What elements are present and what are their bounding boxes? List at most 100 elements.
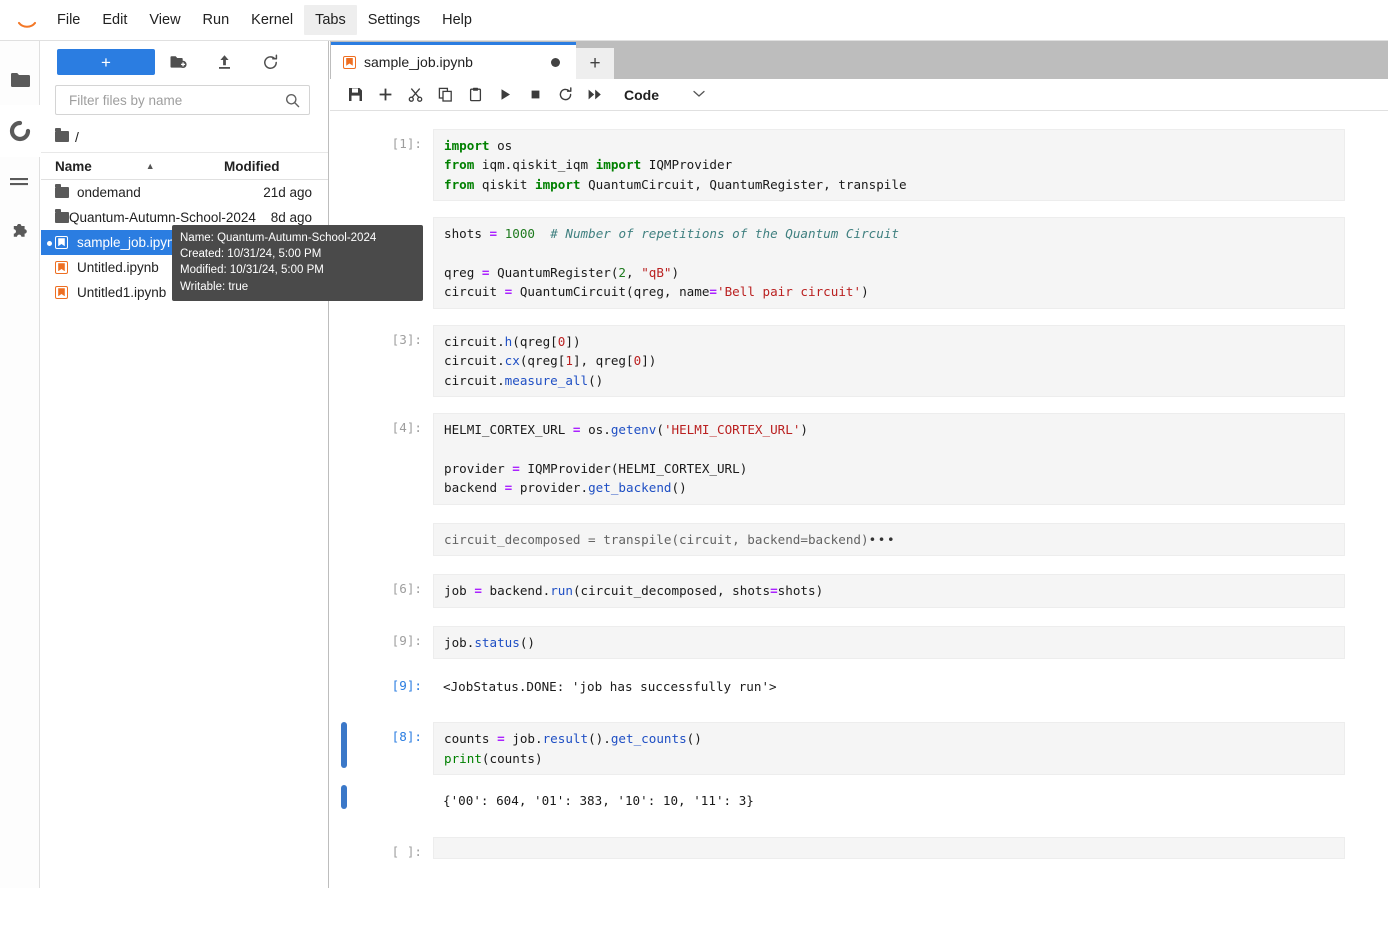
cell-prompt: [3]: xyxy=(391,331,422,347)
notebook-cell[interactable]: shots = 1000 # Number of repetitions of … xyxy=(330,213,1388,313)
save-icon[interactable] xyxy=(340,81,370,109)
cell-input[interactable]: HELMI_CORTEX_URL = os.getenv('HELMI_CORT… xyxy=(433,413,1345,505)
insert-cell-icon[interactable] xyxy=(370,81,400,109)
activity-bar xyxy=(0,41,40,888)
tooltip-line-writable: Writable: true xyxy=(180,280,249,293)
cell-output-selection-bar xyxy=(341,785,347,810)
copy-icon[interactable] xyxy=(430,81,460,109)
cell-input[interactable]: job.status() xyxy=(433,625,1345,659)
cell-selection-bar xyxy=(341,722,347,769)
search-icon xyxy=(285,93,300,108)
notebook-cell-output: {'00': 604, '01': 383, '10': 10, '11': 3… xyxy=(330,781,1388,820)
menu-items: File Edit View Run Kernel Tabs Settings … xyxy=(46,0,483,41)
folder-icon xyxy=(55,128,69,142)
cell-input[interactable]: job = backend.run(circuit_decomposed, sh… xyxy=(433,574,1345,608)
cell-type-value: Code xyxy=(624,86,659,103)
menu-item-kernel[interactable]: Kernel xyxy=(240,5,304,35)
notebook-cell[interactable]: [6]: job = backend.run(circuit_decompose… xyxy=(330,570,1388,611)
notebook-cell[interactable]: [4]: HELMI_CORTEX_URL = os.getenv('HELMI… xyxy=(330,409,1388,509)
tab-dirty-indicator-icon[interactable] xyxy=(551,57,560,67)
jupyter-logo-icon xyxy=(0,0,40,41)
cell-input[interactable]: import os from iqm.qiskit_iqm import IQM… xyxy=(433,129,1345,202)
menu-item-settings[interactable]: Settings xyxy=(357,5,431,35)
restart-run-all-icon[interactable] xyxy=(580,81,610,109)
cell-input[interactable]: shots = 1000 # Number of repetitions of … xyxy=(433,217,1345,309)
menu-item-tabs[interactable]: Tabs xyxy=(304,5,357,35)
cell-input[interactable]: counts = job.result().get_counts() print… xyxy=(433,722,1345,776)
notebook-toolbar: Code xyxy=(330,79,1388,111)
notebook-cell[interactable]: [8]: counts = job.result().get_counts() … xyxy=(330,718,1388,779)
menu-item-help[interactable]: Help xyxy=(431,5,483,35)
notebook-cell-collapsed[interactable]: circuit_decomposed = transpile(circuit, … xyxy=(330,519,1388,560)
notebook-cell[interactable]: [ ]: xyxy=(330,833,1388,863)
upload-icon[interactable] xyxy=(201,48,247,76)
commands-icon[interactable] xyxy=(0,157,40,209)
notebook-cell[interactable]: [1]: import os from iqm.qiskit_iqm impor… xyxy=(330,125,1388,205)
breadcrumb-path: / xyxy=(75,128,79,145)
cell-prompt: [ ]: xyxy=(391,843,422,859)
chevron-down-icon xyxy=(693,89,705,101)
cell-prompt xyxy=(330,523,433,556)
file-tooltip: Name: Quantum-Autumn-School-2024 Created… xyxy=(172,225,423,301)
cut-icon[interactable] xyxy=(400,81,430,109)
menu-item-run[interactable]: Run xyxy=(192,5,241,35)
tooltip-line-modified: Modified: 10/31/24, 5:00 PM xyxy=(180,264,324,277)
running-icon[interactable] xyxy=(0,105,40,157)
cell-prompt: [9]: xyxy=(391,632,422,648)
new-folder-icon[interactable] xyxy=(155,48,201,76)
paste-icon[interactable] xyxy=(460,81,490,109)
notebook-cell-container: [1]: import os from iqm.qiskit_iqm impor… xyxy=(330,111,1388,888)
notebook-cell[interactable]: [9]: job.status() xyxy=(330,622,1388,663)
restart-icon[interactable] xyxy=(550,81,580,109)
tooltip-line-name: Name: Quantum-Autumn-School-2024 xyxy=(180,232,377,244)
file-modified: 21d ago xyxy=(263,185,312,200)
breadcrumb[interactable]: / xyxy=(41,121,328,152)
sort-ascending-icon: ▲ xyxy=(145,161,155,171)
tooltip-line-created: Created: 10/31/24, 5:00 PM xyxy=(180,248,322,261)
menu-bar: File Edit View Run Kernel Tabs Settings … xyxy=(0,0,1388,41)
notebook-tab-bar: sample_job.ipynb + xyxy=(330,41,1388,79)
menu-item-view[interactable]: View xyxy=(138,5,191,35)
collapsed-ellipsis-icon[interactable]: ••• xyxy=(869,532,897,547)
new-launcher-button[interactable]: + xyxy=(57,49,155,75)
tab-label: sample_job.ipynb xyxy=(364,54,473,70)
cell-type-select[interactable]: Code xyxy=(624,87,705,103)
puzzle-icon[interactable] xyxy=(0,209,40,261)
list-item[interactable]: ondemand 21d ago xyxy=(41,180,328,205)
column-header-name[interactable]: Name ▲ xyxy=(55,159,224,174)
cell-prompt: [4]: xyxy=(391,420,422,436)
cell-input[interactable] xyxy=(433,836,1345,859)
filter-files-input-wrapper[interactable] xyxy=(55,85,310,115)
notebook-icon xyxy=(55,261,77,274)
cell-prompt: [1]: xyxy=(391,136,422,151)
new-tab-button[interactable]: + xyxy=(576,48,614,79)
unsaved-dot-icon xyxy=(47,241,52,246)
column-header-name-label: Name xyxy=(55,158,92,174)
collapsed-source: circuit_decomposed = transpile(circuit, … xyxy=(444,531,869,547)
menu-item-file[interactable]: File xyxy=(46,5,91,35)
cell-output-text: <JobStatus.DONE: 'job has successfully r… xyxy=(433,670,1345,703)
notebook-icon xyxy=(343,55,356,69)
cell-input[interactable]: circuit_decomposed = transpile(circuit, … xyxy=(433,522,1345,557)
file-browser-panel: + Filter files by name / Name ▲ Modified… xyxy=(41,41,329,888)
cell-input[interactable]: circuit.h(qreg[0]) circuit.cx(qreg[1], q… xyxy=(433,324,1345,398)
column-header-modified[interactable]: Modified xyxy=(224,159,328,174)
run-icon[interactable] xyxy=(490,81,520,109)
cell-output-text: {'00': 604, '01': 383, '10': 10, '11': 3… xyxy=(433,785,1345,817)
folder-icon[interactable] xyxy=(0,53,40,105)
tab-sample-job[interactable]: sample_job.ipynb xyxy=(331,42,576,79)
notebook-icon xyxy=(55,236,77,249)
output-prompt: [9]: xyxy=(391,677,422,693)
menu-item-edit[interactable]: Edit xyxy=(91,5,138,35)
filter-files-input[interactable] xyxy=(67,91,285,109)
folder-icon xyxy=(55,209,69,223)
file-browser-toolbar: + xyxy=(41,41,328,83)
refresh-icon[interactable] xyxy=(247,48,293,76)
folder-icon xyxy=(55,184,77,198)
notebook-cell[interactable]: [3]: circuit.h(qreg[0]) circuit.cx(qreg[… xyxy=(330,321,1388,401)
file-list-header: Name ▲ Modified xyxy=(41,152,328,180)
notebook-panel: sample_job.ipynb + Code [1]: import os f… xyxy=(330,41,1388,888)
cell-prompt: [6]: xyxy=(391,581,422,597)
stop-icon[interactable] xyxy=(520,81,550,109)
file-name: ondemand xyxy=(77,185,141,200)
